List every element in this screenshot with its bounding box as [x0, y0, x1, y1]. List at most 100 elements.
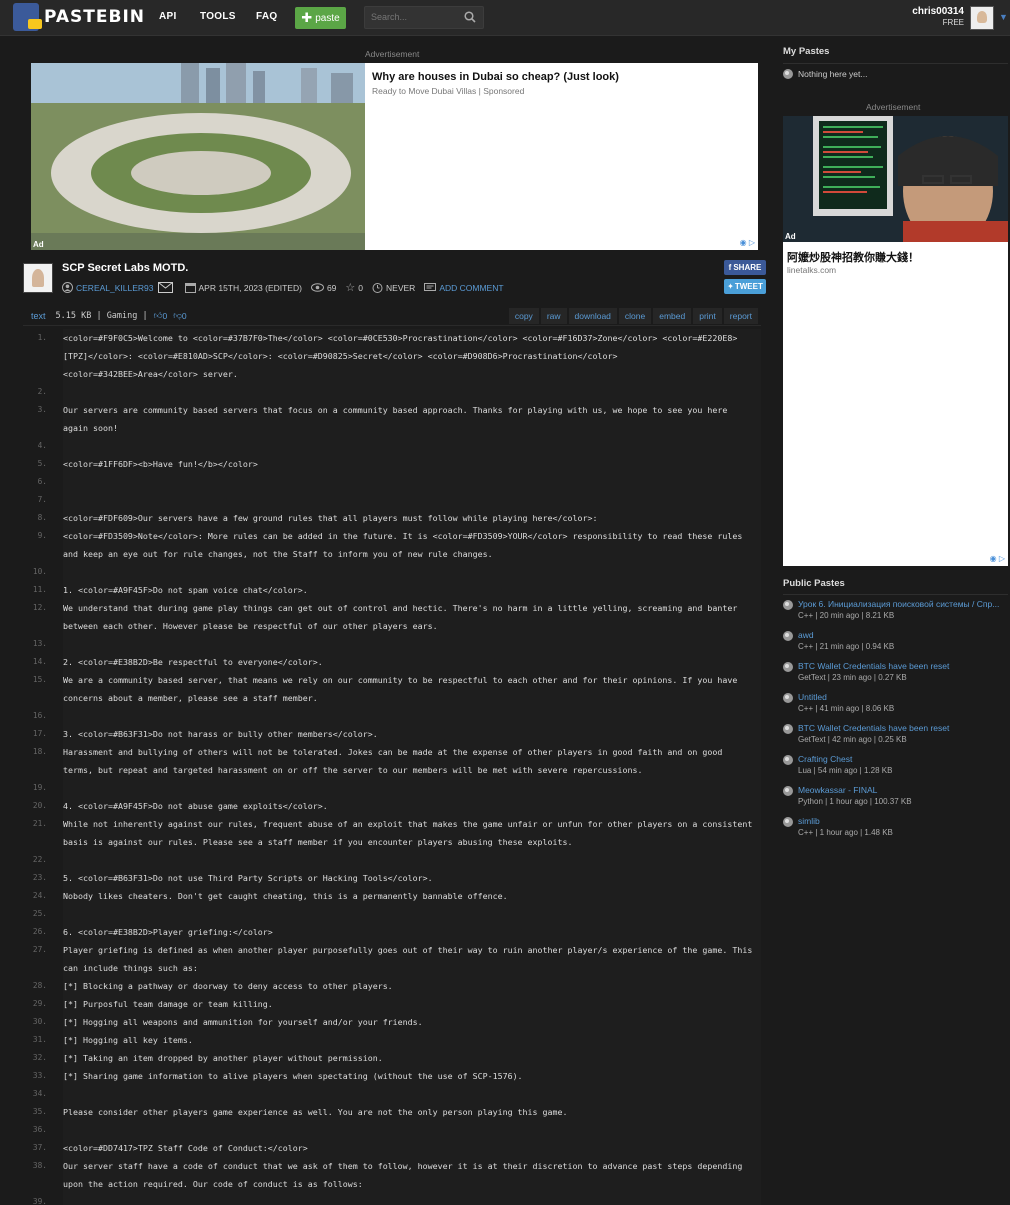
logo-icon — [13, 3, 42, 31]
line-content: [*] Purposful team damage or team killin… — [63, 999, 273, 1009]
public-paste-body: Meowkassar - FINAL Python | 1 hour ago | … — [798, 784, 912, 806]
ad-sponsor: Ready to Move Dubai Villas | Sponsored — [372, 86, 525, 96]
mail-icon[interactable] — [157, 282, 173, 293]
paste-content[interactable]: 1. <color=#F9F0C5>Welcome to <color=#37B7… — [23, 329, 761, 1205]
globe-icon — [783, 724, 793, 734]
report-button[interactable]: report — [723, 308, 758, 324]
code-line: 12. We understand that during game play t… — [23, 599, 761, 635]
line-content: 1. <color=#A9F45F>Do not spam voice chat… — [63, 585, 308, 595]
line-content — [63, 1121, 761, 1139]
code-line: 15. We are a community based server, that… — [23, 671, 761, 707]
thumbs-down-icon: 👎︎ — [173, 310, 182, 320]
view-count: 69 — [326, 282, 337, 293]
paste-title: SCP Secret Labs MOTD. — [62, 262, 189, 274]
line-content: [*] Taking an item dropped by another pl… — [63, 1053, 383, 1063]
line-number: 3. — [23, 401, 63, 437]
line-number: 27. — [23, 941, 63, 977]
public-paste-title[interactable]: Meowkassar - FINAL — [798, 784, 912, 796]
line-number: 13. — [23, 635, 63, 653]
syntax-format-link[interactable]: text — [31, 311, 46, 321]
public-paste-title[interactable]: Crafting Chest — [798, 753, 892, 765]
line-content: <color=#F9F0C5>Welcome to <color=#37B7F0… — [63, 333, 738, 379]
plus-icon: ✚ — [301, 10, 313, 25]
line-number: 6. — [23, 473, 63, 491]
public-paste-title[interactable]: simlib — [798, 815, 893, 827]
public-paste-title[interactable]: BTC Wallet Credentials have been reset — [798, 722, 949, 734]
dislike-button[interactable]: 👎︎ 0 — [173, 310, 186, 321]
public-paste-meta: C++ | 21 min ago | 0.94 KB — [798, 642, 895, 651]
line-number: 26. — [23, 923, 63, 941]
nav-api[interactable]: API — [159, 11, 177, 22]
line-number: 17. — [23, 725, 63, 743]
sidebar-adchoices-icon[interactable]: ◉ ▷ — [990, 554, 1005, 563]
public-paste-title[interactable]: awd — [798, 629, 894, 641]
adchoices-icon[interactable]: ◉ ▷ — [740, 238, 755, 247]
code-line: 14. 2. <color=#E38B2D>Be respectful to ev… — [23, 653, 761, 671]
globe-icon — [783, 786, 793, 796]
line-content — [63, 563, 761, 581]
calendar-icon — [184, 283, 196, 293]
line-number: 37. — [23, 1139, 63, 1157]
tweet-button[interactable]: ✦ TWEET — [724, 279, 766, 294]
globe-icon — [783, 693, 793, 703]
dislike-count: 0 — [181, 310, 187, 321]
code-line: 2. — [23, 383, 761, 401]
sidebar-ad-image[interactable]: Ad — [783, 116, 1008, 242]
thumbs-up-icon: 👍︎ — [153, 310, 163, 320]
public-paste-item: Урок 6. Инициализация поисковой системы … — [783, 598, 1005, 620]
like-button[interactable]: 👍︎ 0 — [154, 310, 168, 321]
code-line: 3. Our servers are community based server… — [23, 401, 761, 437]
user-avatar[interactable] — [970, 6, 994, 30]
top-navbar: PASTEBIN API TOOLS FAQ ✚ paste chris0031… — [0, 0, 1010, 36]
new-paste-button[interactable]: ✚ paste — [295, 7, 346, 29]
line-content — [63, 779, 761, 797]
download-button[interactable]: download — [568, 308, 617, 324]
add-comment-link[interactable]: ADD COMMENT — [439, 283, 503, 293]
code-line: 32. [*] Taking an item dropped by another… — [23, 1049, 761, 1067]
facebook-icon: f — [728, 263, 732, 272]
pastebin-logo[interactable]: PASTEBIN — [13, 3, 145, 31]
line-number: 38. — [23, 1157, 63, 1193]
public-paste-title[interactable]: Untitled — [798, 691, 894, 703]
public-paste-body: BTC Wallet Credentials have been reset Ge… — [798, 722, 949, 744]
author-avatar[interactable] — [23, 263, 53, 293]
code-line: 6. — [23, 473, 761, 491]
copy-button[interactable]: copy — [508, 308, 539, 324]
sidebar-advertisement[interactable]: Ad 阿嬤炒股神招教你賺大錢！ linetalks.com ◉ ▷ — [783, 116, 1008, 566]
ad-headline[interactable]: Why are houses in Dubai so cheap? (Just … — [372, 71, 619, 83]
public-paste-title[interactable]: BTC Wallet Credentials have been reset — [798, 660, 949, 672]
public-paste-item: Crafting Chest Lua | 54 min ago | 1.28 KB — [783, 753, 1005, 775]
line-content: <color=#1FF6DF><b>Have fun!</b></color> — [63, 459, 258, 469]
clone-button[interactable]: clone — [618, 308, 652, 324]
line-number: 10. — [23, 563, 63, 581]
nav-tools[interactable]: TOOLS — [200, 11, 236, 22]
line-content: [*] Hogging all key items. — [63, 1035, 193, 1045]
raw-button[interactable]: raw — [540, 308, 567, 324]
user-menu[interactable]: chris00314 FREE — [912, 6, 964, 27]
author-link[interactable]: CEREAL_KILLER93 — [76, 283, 154, 293]
search-input[interactable] — [365, 7, 460, 27]
star-icon[interactable]: ☆ — [345, 281, 355, 294]
paste-meta: CEREAL_KILLER93 APR 15TH, 2023 (EDITED) … — [62, 281, 513, 294]
public-paste-body: Crafting Chest Lua | 54 min ago | 1.28 KB — [798, 753, 892, 775]
sidebar-ad-headline[interactable]: 阿嬤炒股神招教你賺大錢！ — [787, 249, 919, 265]
public-paste-meta: GetText | 42 min ago | 0.25 KB — [798, 735, 907, 744]
print-button[interactable]: print — [693, 308, 722, 324]
line-number: 9. — [23, 527, 63, 563]
nav-faq[interactable]: FAQ — [256, 11, 277, 22]
code-line: 36. — [23, 1121, 761, 1139]
chevron-down-icon[interactable]: ▼ — [999, 12, 1008, 22]
embed-button[interactable]: embed — [653, 308, 692, 324]
line-content: We are a community based server, that me… — [63, 675, 743, 703]
twitter-icon: ✦ — [727, 282, 734, 291]
code-line: 39. — [23, 1193, 761, 1205]
line-number: 33. — [23, 1067, 63, 1085]
search-icon[interactable] — [464, 11, 476, 23]
ad-image[interactable]: Ad — [31, 63, 365, 250]
facebook-share-button[interactable]: f SHARE — [724, 260, 766, 275]
public-paste-title[interactable]: Урок 6. Инициализация поисковой системы … — [798, 598, 999, 610]
line-number: 28. — [23, 977, 63, 995]
top-advertisement[interactable]: Ad Why are houses in Dubai so cheap? (Ju… — [31, 63, 758, 250]
line-content — [63, 905, 761, 923]
line-content: <color=#DD7417>TPZ Staff Code of Conduct… — [63, 1143, 308, 1153]
